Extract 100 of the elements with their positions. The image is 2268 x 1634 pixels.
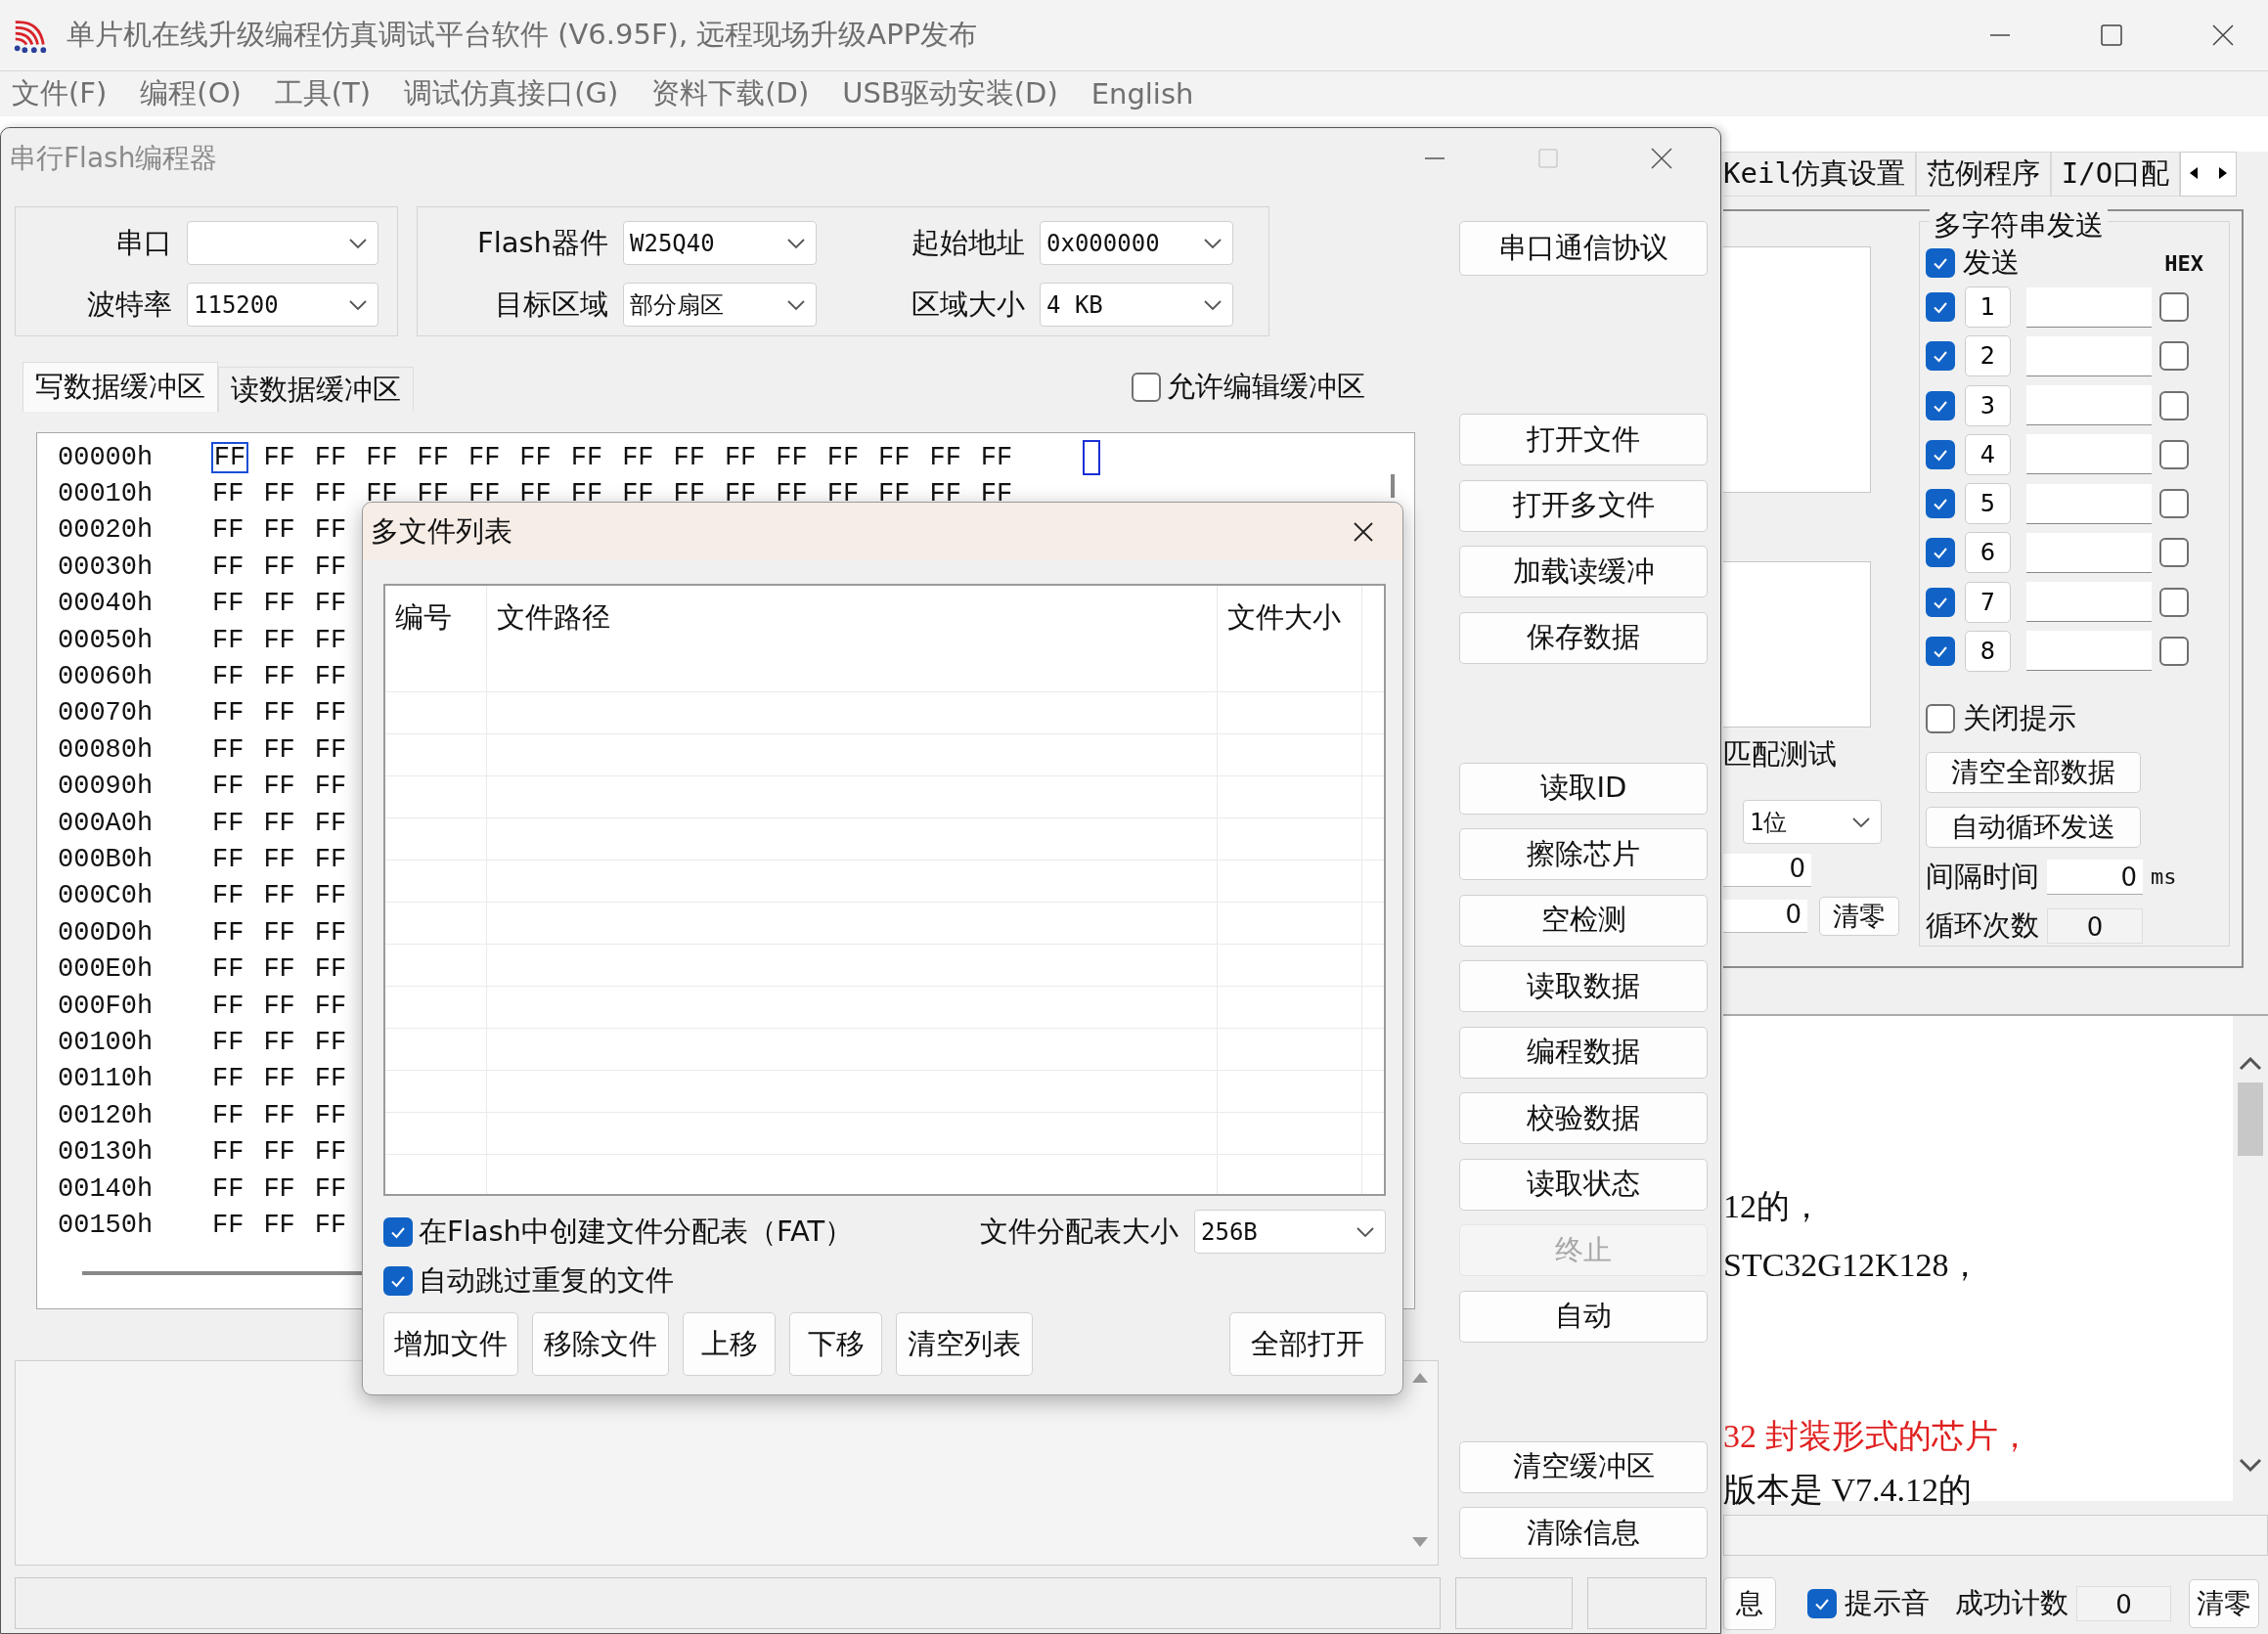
checkbox[interactable] bbox=[1926, 292, 1955, 323]
tab-scroll-buttons[interactable] bbox=[2180, 152, 2238, 197]
input-field[interactable] bbox=[2026, 434, 2152, 475]
input-field[interactable] bbox=[2026, 385, 2152, 426]
scroll-thumb[interactable] bbox=[1391, 474, 1395, 498]
action-button[interactable]: 打开文件 bbox=[1459, 414, 1708, 465]
menu-item[interactable]: 文件(F) bbox=[12, 74, 108, 113]
checkbox[interactable] bbox=[2159, 489, 2189, 519]
dropdown[interactable]: 256B bbox=[1194, 1210, 1386, 1254]
checkbox[interactable] bbox=[2159, 636, 2189, 666]
action-button[interactable]: 读取ID bbox=[1459, 762, 1708, 815]
close-icon[interactable] bbox=[1650, 147, 1673, 170]
column-header[interactable]: 文件大小 bbox=[1218, 586, 1362, 650]
dropdown[interactable]: 1位 bbox=[1743, 800, 1882, 844]
send-button[interactable]: 1 bbox=[1965, 287, 2011, 329]
action-button[interactable]: 空检测 bbox=[1459, 894, 1708, 947]
column-header[interactable]: 文件路径 bbox=[487, 586, 1218, 650]
chevron-up-icon[interactable] bbox=[2239, 1057, 2262, 1071]
checkbox[interactable] bbox=[2159, 538, 2189, 568]
clear-info-button[interactable]: 息 bbox=[1723, 1577, 1776, 1630]
checkbox[interactable] bbox=[383, 1216, 413, 1247]
send-button[interactable]: 6 bbox=[1965, 532, 2011, 574]
file-list[interactable]: 编号 文件路径 文件大小 bbox=[383, 584, 1386, 1196]
action-button[interactable]: 读取数据 bbox=[1459, 960, 1708, 1012]
checkbox[interactable] bbox=[2159, 292, 2189, 323]
action-button[interactable]: 清除信息 bbox=[1459, 1507, 1708, 1559]
action-button[interactable]: 校验数据 bbox=[1459, 1092, 1708, 1144]
send-button[interactable]: 4 bbox=[1965, 433, 2011, 475]
send-button[interactable]: 5 bbox=[1965, 483, 2011, 525]
checkbox[interactable] bbox=[2159, 390, 2189, 420]
checkbox[interactable] bbox=[1926, 489, 1955, 519]
action-button[interactable]: 保存数据 bbox=[1459, 611, 1708, 664]
action-button[interactable]: 自动 bbox=[1459, 1290, 1708, 1343]
action-button[interactable]: 编程数据 bbox=[1459, 1026, 1708, 1079]
checkbox[interactable] bbox=[2159, 587, 2189, 617]
menu-item[interactable]: USB驱动安装(D) bbox=[842, 74, 1058, 113]
checkbox[interactable] bbox=[1926, 248, 1955, 278]
checkbox[interactable] bbox=[1926, 587, 1955, 617]
arrow-up-icon[interactable] bbox=[1412, 1373, 1428, 1383]
input-field[interactable] bbox=[2026, 287, 2152, 328]
clear-button[interactable]: 清零 bbox=[2189, 1579, 2259, 1628]
input-field[interactable] bbox=[2026, 483, 2152, 524]
tab[interactable]: 读数据缓冲区 bbox=[218, 367, 414, 412]
chevron-down-icon[interactable] bbox=[2239, 1458, 2262, 1472]
menu-item[interactable]: 工具(T) bbox=[274, 74, 372, 113]
number-field[interactable]: 0 bbox=[1723, 900, 1807, 933]
action-button[interactable]: 擦除芯片 bbox=[1459, 828, 1708, 880]
send-button[interactable]: 8 bbox=[1965, 630, 2011, 672]
tab[interactable]: I/O口配 bbox=[2050, 152, 2181, 197]
action-button[interactable]: 增加文件 bbox=[383, 1312, 518, 1376]
checkbox[interactable] bbox=[383, 1266, 413, 1296]
checkbox[interactable] bbox=[2159, 439, 2189, 469]
checkbox[interactable] bbox=[1807, 1589, 1837, 1618]
checkbox[interactable] bbox=[1926, 439, 1955, 469]
number-field[interactable]: 0 bbox=[2047, 859, 2143, 895]
checkbox[interactable] bbox=[1926, 636, 1955, 666]
number-field[interactable]: 0 bbox=[1723, 854, 1811, 887]
dropdown[interactable]: 0x000000 bbox=[1040, 221, 1233, 265]
action-button[interactable]: 打开多文件 bbox=[1459, 479, 1708, 532]
send-button[interactable]: 7 bbox=[1965, 581, 2011, 623]
menu-item[interactable]: English bbox=[1090, 77, 1194, 110]
checkbox[interactable] bbox=[1926, 341, 1955, 372]
action-button[interactable]: 移除文件 bbox=[532, 1312, 669, 1376]
input-field[interactable] bbox=[2026, 631, 2152, 672]
checkbox[interactable] bbox=[1926, 538, 1955, 568]
action-button[interactable]: 下移 bbox=[789, 1312, 882, 1376]
checkbox[interactable] bbox=[1926, 704, 1955, 733]
open-all-button[interactable]: 全部打开 bbox=[1229, 1312, 1386, 1376]
dropdown[interactable]: 部分扇区 bbox=[623, 283, 817, 327]
action-button[interactable]: 清空列表 bbox=[896, 1312, 1033, 1376]
action-button[interactable]: 清空缓冲区 bbox=[1459, 1440, 1708, 1493]
action-button[interactable]: 自动循环发送 bbox=[1926, 806, 2141, 848]
clear-button[interactable]: 清零 bbox=[1819, 897, 1899, 936]
action-button[interactable]: 加载读缓冲 bbox=[1459, 546, 1708, 597]
tab[interactable]: Keil仿真设置 bbox=[1723, 152, 1916, 197]
action-button[interactable]: 读取状态 bbox=[1459, 1158, 1708, 1211]
action-button[interactable]: 清空全部数据 bbox=[1926, 752, 2141, 793]
menu-item[interactable]: 调试仿真接口(G) bbox=[404, 74, 619, 113]
dropdown[interactable]: W25Q40 bbox=[623, 221, 817, 265]
scrollbar[interactable] bbox=[2233, 1016, 2268, 1501]
input-field[interactable] bbox=[2026, 582, 2152, 623]
checkbox[interactable] bbox=[1132, 373, 1161, 402]
dropdown[interactable]: 115200 bbox=[187, 283, 378, 327]
menu-item[interactable]: 资料下载(D) bbox=[651, 74, 810, 113]
tab[interactable]: 范例程序 bbox=[1915, 152, 2051, 197]
close-icon[interactable] bbox=[1352, 519, 1375, 544]
maximize-icon[interactable] bbox=[2100, 23, 2123, 47]
menu-item[interactable]: 编程(O) bbox=[140, 74, 242, 113]
action-button[interactable]: 上移 bbox=[683, 1312, 776, 1376]
arrow-down-icon[interactable] bbox=[1412, 1537, 1428, 1547]
checkbox[interactable] bbox=[1926, 390, 1955, 420]
input-field[interactable] bbox=[2026, 335, 2152, 376]
column-header[interactable]: 编号 bbox=[385, 586, 487, 650]
checkbox[interactable] bbox=[2159, 341, 2189, 372]
dropdown[interactable]: 4 KB bbox=[1040, 283, 1233, 327]
tab[interactable]: 写数据缓冲区 bbox=[22, 362, 218, 412]
input-field[interactable] bbox=[2026, 532, 2152, 573]
close-icon[interactable] bbox=[2211, 23, 2235, 47]
protocol-button[interactable]: 串口通信协议 bbox=[1459, 221, 1708, 276]
scroll-thumb[interactable] bbox=[2238, 1082, 2263, 1156]
